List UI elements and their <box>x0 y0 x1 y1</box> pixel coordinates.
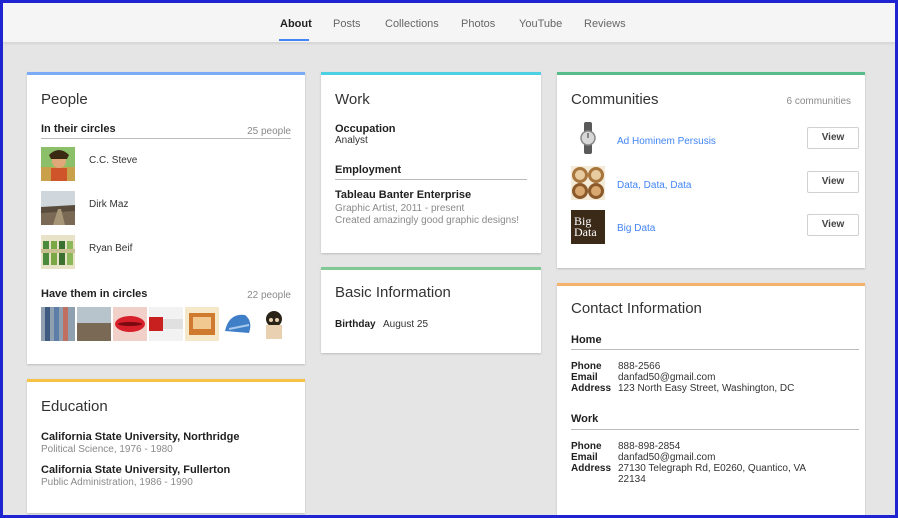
home-address-label: Address <box>571 383 612 394</box>
communities-card: Communities 6 communities Ad Hominem Per… <box>557 72 865 268</box>
section-divider <box>571 349 859 350</box>
section-divider <box>571 429 859 430</box>
tab-posts[interactable]: Posts <box>333 18 361 30</box>
avatar[interactable] <box>77 307 111 341</box>
avatar[interactable] <box>41 307 75 341</box>
community-link[interactable]: Ad Hominem Persusis <box>617 136 716 147</box>
avatar[interactable] <box>149 307 183 341</box>
home-heading: Home <box>571 334 602 346</box>
contact-information-title: Contact Information <box>571 300 702 317</box>
have-them-in-circles-label: Have them in circles <box>41 288 148 300</box>
work-address-label: Address <box>571 463 612 474</box>
people-card-title: People <box>41 91 88 108</box>
page-frame: About Posts Collections Photos YouTube R… <box>0 0 898 518</box>
school-detail: Political Science, 1976 - 1980 <box>41 444 173 455</box>
contact-information-card: Contact Information Home Phone 888-2566 … <box>557 283 865 515</box>
tab-about[interactable]: About <box>280 18 312 30</box>
watch-icon[interactable] <box>571 121 605 155</box>
employer-name: Tableau Banter Enterprise <box>335 189 472 201</box>
home-address-value: 123 North Easy Street, Washington, DC <box>618 383 795 394</box>
tab-youtube[interactable]: YouTube <box>519 18 562 30</box>
avatar[interactable] <box>185 307 219 341</box>
avatar[interactable] <box>41 147 75 181</box>
occupation-label: Occupation <box>335 123 396 135</box>
tab-collections[interactable]: Collections <box>385 18 439 30</box>
education-card-title: Education <box>41 398 108 415</box>
work-card-title: Work <box>335 91 370 108</box>
school-name: California State University, Northridge <box>41 431 240 443</box>
avatar[interactable] <box>257 307 291 341</box>
birthday-label: Birthday <box>335 319 376 330</box>
basic-information-card: Basic Information Birthday August 25 <box>321 267 541 353</box>
work-email-label: Email <box>571 452 598 463</box>
work-phone-value: 888-898-2854 <box>618 441 681 452</box>
avatar[interactable] <box>221 307 255 341</box>
school-detail: Public Administration, 1986 - 1990 <box>41 477 193 488</box>
avatar[interactable] <box>41 235 75 269</box>
active-tab-indicator <box>279 39 309 41</box>
big-data-logo[interactable]: Big Data <box>571 210 605 244</box>
home-email-label: Email <box>571 372 598 383</box>
community-avatar[interactable] <box>571 166 605 200</box>
section-divider <box>41 138 291 139</box>
birthday-value: August 25 <box>383 319 429 330</box>
in-their-circles-label: In their circles <box>41 123 116 135</box>
community-link[interactable]: Data, Data, Data <box>617 180 691 191</box>
view-community-button[interactable]: View <box>807 214 859 236</box>
home-phone-value: 888-2566 <box>618 361 661 372</box>
avatar[interactable] <box>41 191 75 225</box>
tab-reviews[interactable]: Reviews <box>584 18 626 30</box>
home-phone-label: Phone <box>571 361 602 372</box>
people-card: People In their circles 25 people C.C. S… <box>27 72 305 364</box>
employment-description: Created amazingly good graphic designs! <box>335 215 519 226</box>
section-divider <box>335 179 527 180</box>
employment-role: Graphic Artist, 2011 - present <box>335 203 465 214</box>
work-address-value: 27130 Telegraph Rd, E0260, Quantico, VA <box>618 463 807 474</box>
basic-information-title: Basic Information <box>335 284 451 301</box>
view-community-button[interactable]: View <box>807 127 859 149</box>
in-their-circles-count[interactable]: 25 people <box>247 126 291 137</box>
work-heading: Work <box>571 413 599 425</box>
person-name[interactable]: Dirk Maz <box>89 199 128 210</box>
community-link[interactable]: Big Data <box>617 223 655 234</box>
education-card: Education California State University, N… <box>27 379 305 513</box>
have-them-in-circles-count[interactable]: 22 people <box>247 290 291 301</box>
work-card: Work Occupation Analyst Employment Table… <box>321 72 541 253</box>
communities-card-title: Communities <box>571 91 659 108</box>
person-name[interactable]: C.C. Steve <box>89 155 137 166</box>
work-phone-label: Phone <box>571 441 602 452</box>
work-address-value-line2: 22134 <box>618 474 646 485</box>
home-email-value[interactable]: danfad50@gmail.com <box>618 372 715 383</box>
tab-photos[interactable]: Photos <box>461 18 495 30</box>
school-name: California State University, Fullerton <box>41 464 231 476</box>
person-name[interactable]: Ryan Beif <box>89 243 132 254</box>
communities-count[interactable]: 6 communities <box>787 96 851 107</box>
view-community-button[interactable]: View <box>807 171 859 193</box>
work-email-value[interactable]: danfad50@gmail.com <box>618 452 715 463</box>
employment-label: Employment <box>335 164 402 176</box>
occupation-value: Analyst <box>335 135 368 146</box>
avatar[interactable] <box>113 307 147 341</box>
profile-tab-bar: About Posts Collections Photos YouTube R… <box>3 3 895 43</box>
